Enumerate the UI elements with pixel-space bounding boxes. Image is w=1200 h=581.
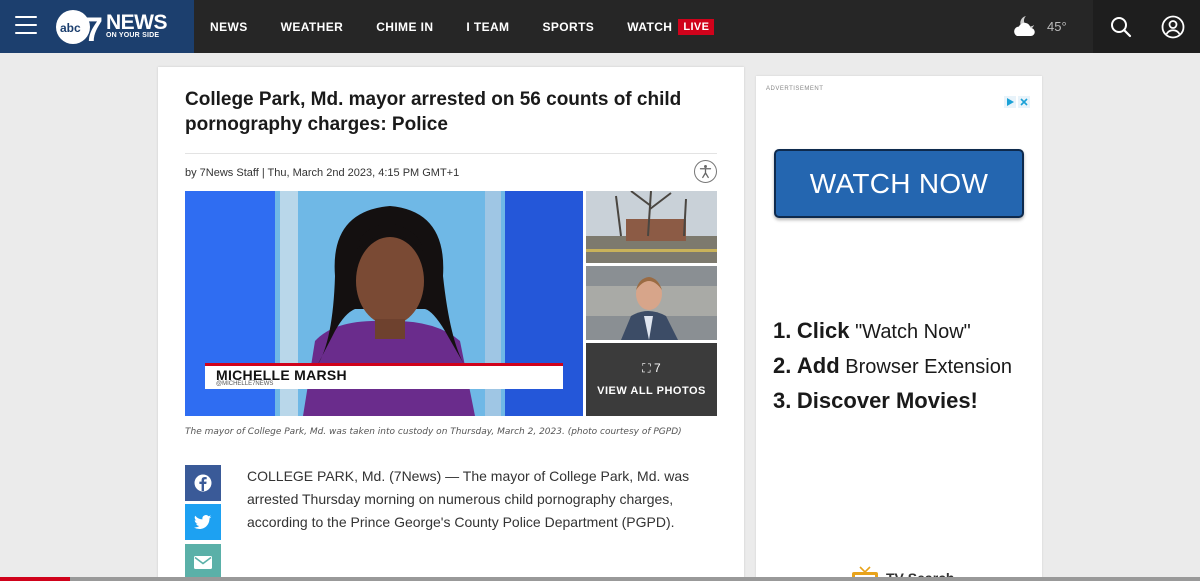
nav-watch-label: WATCH [627,19,673,34]
partly-cloudy-night-icon [1014,16,1035,36]
gallery-thumbnail[interactable] [586,266,717,340]
headline-divider [185,153,717,154]
abc7-logo-icon[interactable]: abc 7 [54,8,104,46]
temperature-value: 45° [1047,19,1067,34]
article-byline: by 7News Staff | Thu, March 2nd 2023, 4:… [185,167,460,179]
nav-sports[interactable]: SPORTS [542,20,594,34]
share-email-button[interactable] [185,544,221,580]
share-facebook-button[interactable] [185,465,221,501]
reading-progress-fill [0,577,70,581]
house-photo [586,191,717,263]
nav-news[interactable]: NEWS [210,20,248,34]
article-headline: College Park, Md. mayor arrested on 56 c… [185,89,682,135]
ad-step: 3. Discover Movies! [773,388,978,413]
photo-caption: The mayor of College Park, Md. was taken… [185,427,682,437]
email-icon [194,555,212,569]
hero-image[interactable]: MICHELLE MARSH @MICHELLE7NEWS [185,191,583,416]
brand-block: abc 7 NEWS ON YOUR SIDE [0,0,194,53]
view-all-photos-label: VIEW ALL PHOTOS [597,385,706,397]
share-twitter-button[interactable] [185,504,221,540]
lower-third-handle: @MICHELLE7NEWS [216,381,274,387]
menu-icon[interactable] [15,16,37,36]
photo-count-value: 7 [654,361,661,375]
ad-steps: 1. Click "Watch Now" 2. Add Browser Exte… [773,314,1033,419]
article-body: COLLEGE PARK, Md. (7News) — The mayor of… [247,468,690,530]
mayor-photo [586,266,717,340]
reading-progress-bar [0,577,1200,581]
ad-step: 2. Add Browser Extension [773,353,1012,378]
nav-i-team[interactable]: I TEAM [466,20,509,34]
view-all-photos-button[interactable]: ⛶ 7 VIEW ALL PHOTOS [586,343,717,416]
ad-step: 1. Click "Watch Now" [773,318,971,343]
utility-bar [1093,0,1200,53]
svg-text:abc: abc [60,21,81,35]
account-icon[interactable] [1161,15,1185,39]
twitter-icon [194,514,212,529]
adchoices-icon[interactable] [1004,96,1032,108]
gallery-thumbnail[interactable] [586,191,717,263]
svg-text:7: 7 [84,11,103,46]
live-badge: LIVE [678,18,715,35]
facebook-icon [194,474,212,492]
nav-chime-in[interactable]: CHIME IN [376,20,433,34]
ad-watch-now-button[interactable]: WATCH NOW [774,149,1024,218]
site-header: abc 7 NEWS ON YOUR SIDE NEWS WEATHER CHI… [0,0,1200,53]
article-card: College Park, Md. mayor arrested on 56 c… [158,67,744,581]
lower-third: MICHELLE MARSH @MICHELLE7NEWS [205,363,563,389]
photo-count: ⛶ 7 [586,361,717,376]
ad-label: ADVERTISEMENT [766,86,824,92]
advertisement: ADVERTISEMENT WATCH NOW 1. Click "Watch … [756,76,1042,581]
main-nav: NEWS WEATHER CHIME IN I TEAM SPORTS WATC… [194,0,731,53]
search-icon[interactable] [1109,15,1133,39]
nav-weather[interactable]: WEATHER [281,20,344,34]
logo-tagline: ON YOUR SIDE [106,32,160,39]
nav-watch-live[interactable]: WATCH LIVE [627,18,715,35]
weather-widget[interactable]: 45° [1010,14,1085,40]
accessibility-icon[interactable] [694,160,717,183]
photo-gallery-icon: ⛶ [642,361,651,375]
